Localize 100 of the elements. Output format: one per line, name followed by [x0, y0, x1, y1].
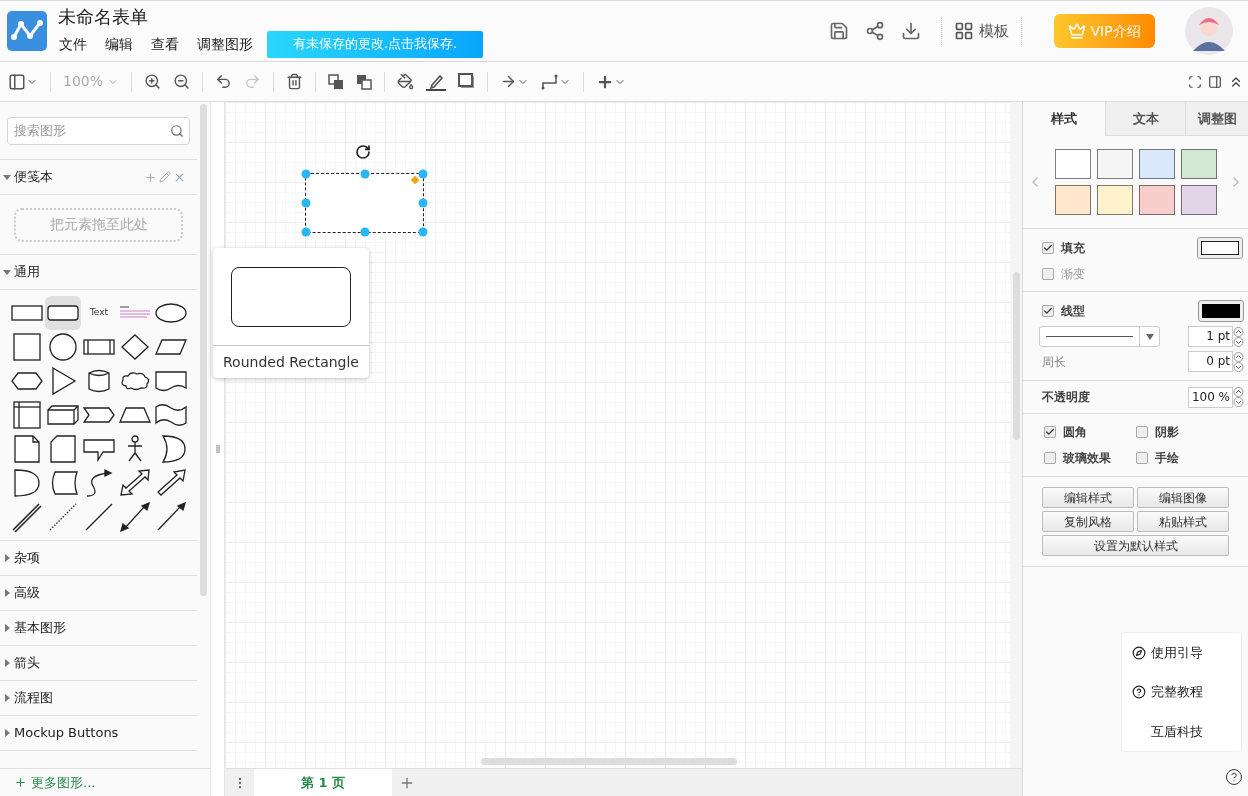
panel-tab[interactable]: 调整图: [1185, 102, 1248, 136]
gradient-label: 渐变: [1061, 266, 1085, 283]
resize-handle-icon[interactable]: [215, 445, 220, 453]
compass-icon: [1132, 645, 1146, 660]
menu-item[interactable]: 文件: [59, 33, 87, 55]
option-label: 圆角: [1063, 424, 1087, 441]
checkbox[interactable]: [1135, 426, 1148, 438]
resize-handle[interactable]: [301, 227, 311, 237]
checkbox[interactable]: [1042, 242, 1054, 254]
corner-radius-handle[interactable]: [410, 175, 420, 185]
section-title[interactable]: 杂项: [14, 548, 40, 568]
shape-tile[interactable]: [45, 296, 81, 330]
section-title[interactable]: 基本图形: [14, 618, 66, 638]
checkbox[interactable]: [1135, 452, 1148, 464]
color-swatch[interactable]: [1096, 149, 1133, 179]
page-tab[interactable]: 第 1 页: [254, 769, 392, 796]
share-icon[interactable]: [865, 21, 885, 41]
resize-handle[interactable]: [301, 169, 311, 179]
color-swatch[interactable]: [1138, 149, 1175, 179]
resize-handle[interactable]: [301, 198, 311, 208]
section-title[interactable]: Mockup Buttons: [14, 723, 119, 743]
vertical-scrollbar-thumb[interactable]: [1012, 272, 1020, 440]
help-icon: [1132, 685, 1146, 699]
style-action-button[interactable]: 编辑样式: [1042, 487, 1134, 508]
fullscreen-icon[interactable]: [1188, 74, 1202, 89]
panel-tab[interactable]: 文本: [1105, 102, 1185, 136]
opacity-field[interactable]: 100 %: [1188, 386, 1233, 408]
document-title[interactable]: 未命名表单: [58, 4, 483, 29]
checkbox[interactable]: [1042, 305, 1054, 317]
fill-label: 填充: [1061, 240, 1085, 257]
shape-tile[interactable]: Text: [81, 296, 117, 330]
app-logo: [7, 11, 47, 51]
perimeter-label: 周长: [1042, 353, 1066, 371]
waypoint-icon: [541, 73, 560, 90]
section-title[interactable]: 箭头: [14, 653, 40, 673]
zoom-in-icon: [144, 73, 162, 90]
plus-icon: [14, 776, 27, 789]
spinner-icon[interactable]: [1233, 351, 1244, 372]
zoom-out-icon: [173, 73, 191, 90]
shape-tile[interactable]: [117, 500, 153, 534]
rotate-handle-icon[interactable]: [355, 144, 371, 160]
section-title[interactable]: 通用: [14, 262, 40, 282]
resize-handle[interactable]: [360, 169, 369, 179]
line-width-field[interactable]: 1 pt: [1188, 326, 1233, 347]
section-title[interactable]: 便笺本: [14, 167, 53, 187]
resize-handle[interactable]: [418, 227, 428, 237]
color-swatch[interactable]: [1138, 185, 1175, 215]
format-panel-icon[interactable]: [1208, 74, 1222, 89]
spinner-icon[interactable]: [1233, 326, 1244, 347]
panel-icon: [8, 72, 26, 91]
resize-handle[interactable]: [418, 169, 428, 179]
scrollbar-thumb[interactable]: [200, 104, 208, 596]
menu-item[interactable]: 编辑: [105, 33, 133, 55]
avatar[interactable]: [1185, 7, 1233, 55]
perimeter-field[interactable]: 0 pt: [1188, 351, 1233, 372]
caret-icon: [1145, 333, 1154, 340]
option-label: 玻璃效果: [1063, 450, 1111, 467]
style-action-button[interactable]: 复制风格: [1042, 511, 1134, 532]
trash-icon: [286, 73, 304, 90]
paint-bucket-icon: [397, 73, 415, 90]
download-icon[interactable]: [901, 21, 921, 41]
menu-item[interactable]: 查看: [151, 33, 179, 55]
tooltip-label: Rounded Rectangle: [222, 352, 360, 372]
style-action-button[interactable]: 粘贴样式: [1137, 511, 1229, 532]
style-action-button[interactable]: 编辑图像: [1137, 487, 1229, 508]
help-icon[interactable]: [1225, 768, 1243, 786]
color-swatch[interactable]: [1054, 185, 1091, 215]
option-label: 手绘: [1154, 450, 1179, 467]
style-action-button[interactable]: 设置为默认样式: [1042, 535, 1229, 556]
save-icon[interactable]: [829, 21, 849, 41]
line-style-dropdown[interactable]: [1039, 326, 1160, 347]
help-link[interactable]: 使用引导: [1132, 642, 1241, 663]
checkbox[interactable]: [1044, 452, 1056, 464]
templates-button[interactable]: 模板: [954, 19, 1009, 43]
color-swatch[interactable]: [1180, 185, 1217, 215]
color-swatch[interactable]: [1180, 149, 1217, 179]
double-arrow-shape-icon: [117, 468, 153, 498]
section-title[interactable]: 流程图: [14, 688, 53, 708]
option-label: 阴影: [1154, 424, 1179, 441]
opacity-label: 不透明度: [1042, 389, 1090, 406]
redo-icon: [244, 73, 262, 90]
menu-item[interactable]: 调整图形: [197, 33, 253, 55]
text-shape-label: Text: [89, 306, 109, 320]
help-link[interactable]: 互盾科技: [1132, 721, 1241, 742]
more-shapes-link[interactable]: 更多图形...: [14, 772, 96, 793]
drop-zone: 把元素拖至此处: [14, 207, 184, 242]
line-label: 线型: [1061, 303, 1085, 320]
resize-handle[interactable]: [418, 198, 428, 208]
horizontal-scrollbar-thumb[interactable]: [481, 758, 737, 765]
checkbox[interactable]: [1044, 426, 1056, 438]
search-icon[interactable]: [170, 123, 184, 138]
section-title[interactable]: 高级: [14, 583, 40, 603]
to-front-icon: [328, 73, 345, 90]
spinner-icon[interactable]: [1233, 387, 1244, 407]
help-link[interactable]: 完整教程: [1132, 682, 1241, 702]
color-swatch[interactable]: [1054, 149, 1091, 179]
color-swatch[interactable]: [1096, 185, 1133, 215]
to-back-icon: [356, 73, 373, 90]
resize-handle[interactable]: [360, 227, 369, 237]
search-field[interactable]: 搜索图形: [7, 116, 190, 145]
